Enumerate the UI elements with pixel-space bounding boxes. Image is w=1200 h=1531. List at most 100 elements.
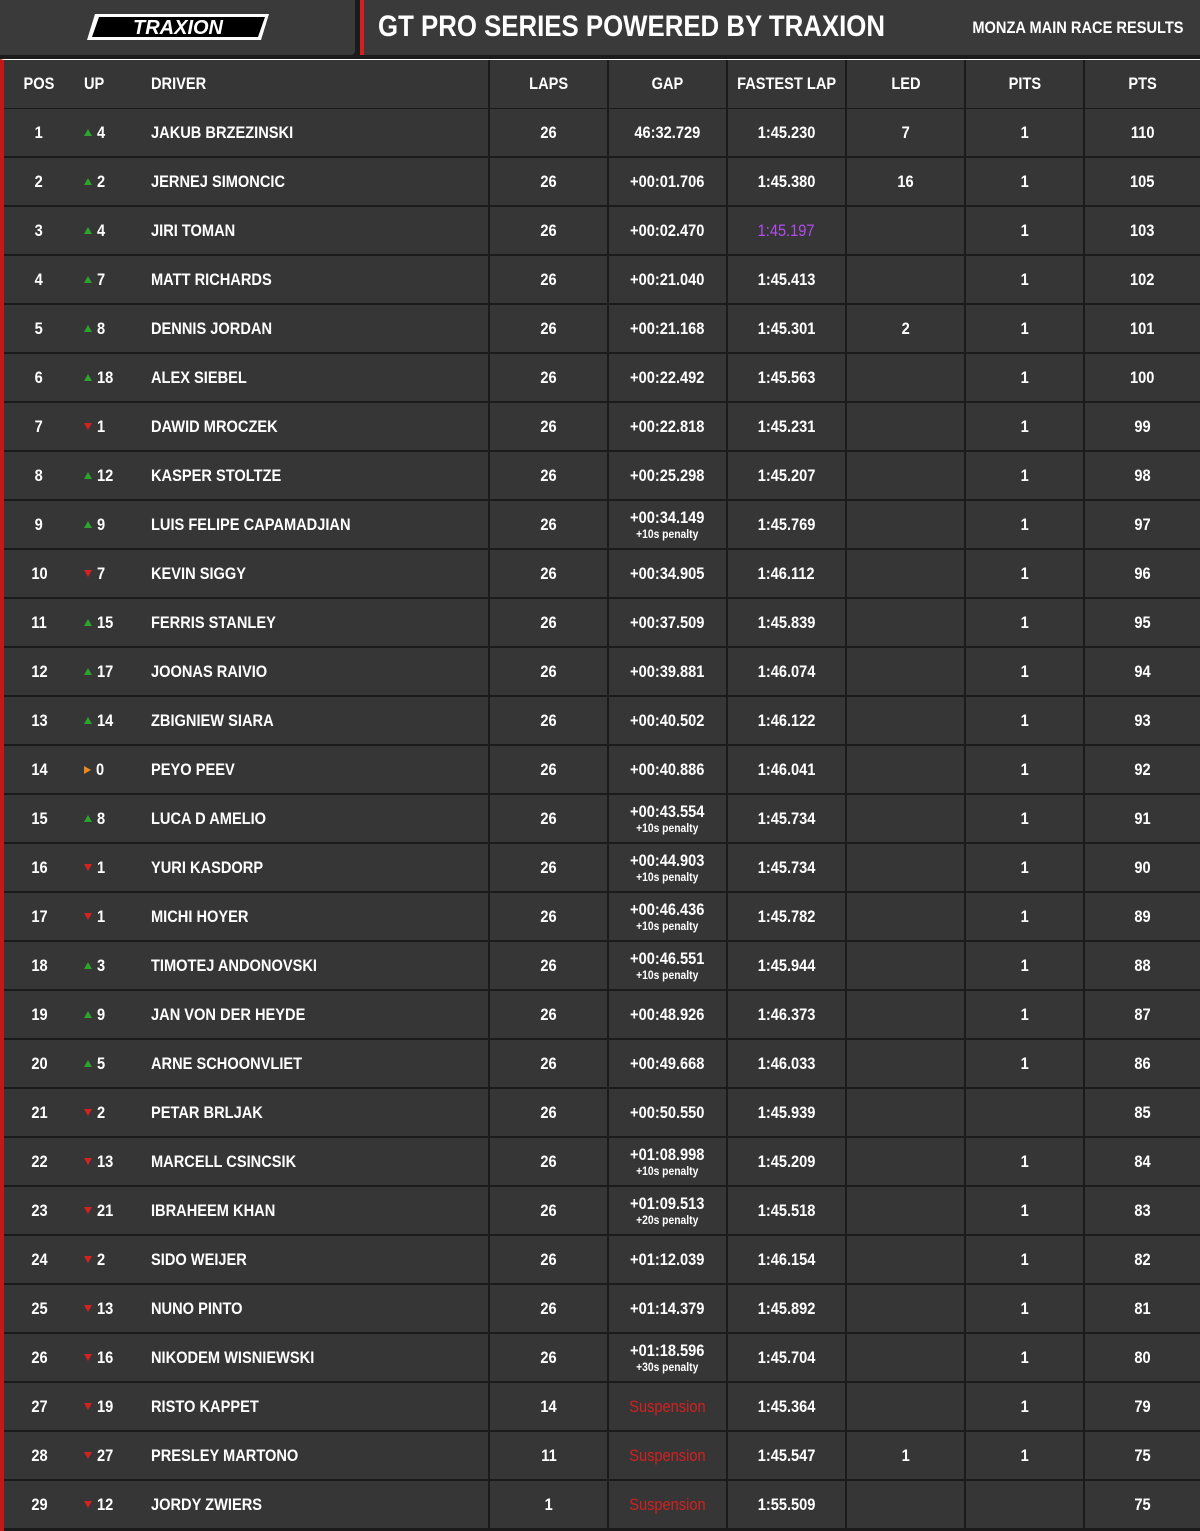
fastest-lap-cell: 1:46.112: [728, 550, 845, 597]
fastest-lap-cell: 1:45.230: [728, 109, 845, 156]
change-value: 13: [97, 1298, 114, 1318]
row-left-cell: 8 12 KASPER STOLTZE: [4, 452, 488, 499]
table-row: 13 14 ZBIGNIEW SIARA 26 +00:40.502 1:46.122 1 9…: [4, 697, 1200, 746]
led-cell: [847, 207, 964, 254]
driver-name: MATT RICHARDS: [151, 269, 272, 289]
arrow-down-icon: [84, 423, 92, 430]
arrow-down-icon: [84, 1452, 92, 1459]
position-change: 7: [84, 270, 144, 290]
penalty-note: +10s penalty: [636, 526, 699, 541]
pits-cell: [966, 1089, 1083, 1136]
fastest-lap-cell: 1:45.892: [728, 1285, 845, 1332]
laps-cell: 26: [490, 256, 607, 303]
driver-name: DAWID MROCZEK: [151, 416, 278, 436]
gap-value: +00:39.881: [630, 661, 705, 681]
driver-name: KEVIN SIGGY: [151, 563, 247, 583]
arrow-up-icon: [84, 129, 92, 136]
change-value: 2: [97, 171, 106, 191]
laps-cell: 26: [490, 452, 607, 499]
table-row: 12 17 JOONAS RAIVIO 26 +00:39.881 1:46.074 1 94: [4, 648, 1200, 697]
gap-cell: Suspension: [609, 1481, 726, 1528]
row-left-cell: 23 21 IBRAHEEM KHAN: [4, 1187, 488, 1234]
laps-cell: 26: [490, 893, 607, 940]
position-change: 13: [84, 1152, 144, 1172]
table-row: 24 2 SIDO WEIJER 26 +01:12.039 1:46.154 1 82: [4, 1236, 1200, 1285]
led-cell: [847, 795, 964, 842]
driver-name: JERNEJ SIMONCIC: [151, 171, 286, 191]
gap-value: +00:46.436: [630, 899, 705, 919]
led-cell: 16: [847, 158, 964, 205]
table-row: 17 1 MICHI HOYER 26 +00:46.436 +10s penalty 1:…: [4, 893, 1200, 942]
row-left-cell: 25 13 NUNO PINTO: [4, 1285, 488, 1332]
position-cell: 28: [30, 1445, 48, 1465]
gap-value: +00:22.492: [630, 367, 705, 387]
gap-cell: +01:08.998 +10s penalty: [609, 1138, 726, 1185]
traxion-logo: TRAXION: [0, 0, 355, 55]
fastest-lap-cell: 1:45.231: [728, 403, 845, 450]
gap-cell: +01:18.596 +30s penalty: [609, 1334, 726, 1381]
gap-value: +01:08.998: [630, 1144, 705, 1164]
laps-cell: 26: [490, 1040, 607, 1087]
fastest-lap-cell: 1:45.197: [728, 207, 845, 254]
points-cell: 99: [1085, 403, 1200, 450]
position-cell: 10: [30, 563, 48, 583]
gap-cell: +00:22.818: [609, 403, 726, 450]
driver-name: ALEX SIEBEL: [151, 367, 247, 387]
row-left-cell: 7 1 DAWID MROCZEK: [4, 403, 488, 450]
row-left-cell: 20 5 ARNE SCHOONVLIET: [4, 1040, 488, 1087]
points-cell: 103: [1085, 207, 1200, 254]
pits-cell: 1: [966, 991, 1083, 1038]
penalty-note: +10s penalty: [636, 967, 699, 982]
position-cell: 16: [30, 857, 48, 877]
penalty-note: +10s penalty: [636, 1163, 699, 1178]
pits-cell: 1: [966, 1236, 1083, 1283]
fastest-lap-cell: 1:46.033: [728, 1040, 845, 1087]
fastest-lap-cell: 1:45.769: [728, 501, 845, 548]
position-change: 5: [84, 1054, 144, 1074]
penalty-note: +10s penalty: [636, 820, 699, 835]
position-cell: 18: [30, 955, 48, 975]
points-cell: 96: [1085, 550, 1200, 597]
arrow-up-icon: [84, 619, 92, 626]
change-value: 8: [97, 808, 106, 828]
change-value: 4: [97, 220, 106, 240]
change-value: 17: [97, 661, 114, 681]
gap-cell: +00:44.903 +10s penalty: [609, 844, 726, 891]
gap-value: Suspension: [629, 1396, 706, 1416]
arrow-up-icon: [84, 962, 92, 969]
points-cell: 91: [1085, 795, 1200, 842]
points-cell: 97: [1085, 501, 1200, 548]
table-row: 15 8 LUCA D AMELIO 26 +00:43.554 +10s penalty…: [4, 795, 1200, 844]
table-row: 20 5 ARNE SCHOONVLIET 26 +00:49.668 1:46.033 1…: [4, 1040, 1200, 1089]
driver-name: SIDO WEIJER: [151, 1249, 247, 1269]
header-up: UP: [84, 74, 105, 93]
led-cell: [847, 942, 964, 989]
led-cell: [847, 1089, 964, 1136]
gap-value: +00:43.554: [630, 801, 705, 821]
position-change: 14: [84, 711, 144, 731]
header-driver: DRIVER: [151, 74, 207, 93]
table-row: 14 0 PEYO PEEV 26 +00:40.886 1:46.041 1 92: [4, 746, 1200, 795]
arrow-up-icon: [84, 472, 92, 479]
led-cell: [847, 1285, 964, 1332]
gap-value: +00:34.149: [630, 507, 705, 527]
gap-value: +00:49.668: [630, 1053, 705, 1073]
row-left-cell: 2 2 JERNEJ SIMONCIC: [4, 158, 488, 205]
laps-cell: 26: [490, 991, 607, 1038]
change-value: 15: [97, 612, 114, 632]
led-cell: [847, 452, 964, 499]
gap-value: +00:44.903: [630, 850, 705, 870]
position-cell: 4: [34, 269, 44, 289]
gap-value: Suspension: [629, 1494, 706, 1514]
pits-cell: 1: [966, 893, 1083, 940]
arrow-down-icon: [84, 1109, 92, 1116]
header-laps: LAPS: [490, 60, 607, 108]
driver-name: YURI KASDORP: [151, 857, 264, 877]
arrow-up-icon: [84, 325, 92, 332]
pits-cell: 1: [966, 697, 1083, 744]
table-row: 27 19 RISTO KAPPET 14 Suspension 1:45.364 1 79: [4, 1383, 1200, 1432]
driver-name: JIRI TOMAN: [151, 220, 236, 240]
position-cell: 9: [34, 514, 44, 534]
laps-cell: 26: [490, 550, 607, 597]
arrow-right-icon: [84, 765, 91, 774]
